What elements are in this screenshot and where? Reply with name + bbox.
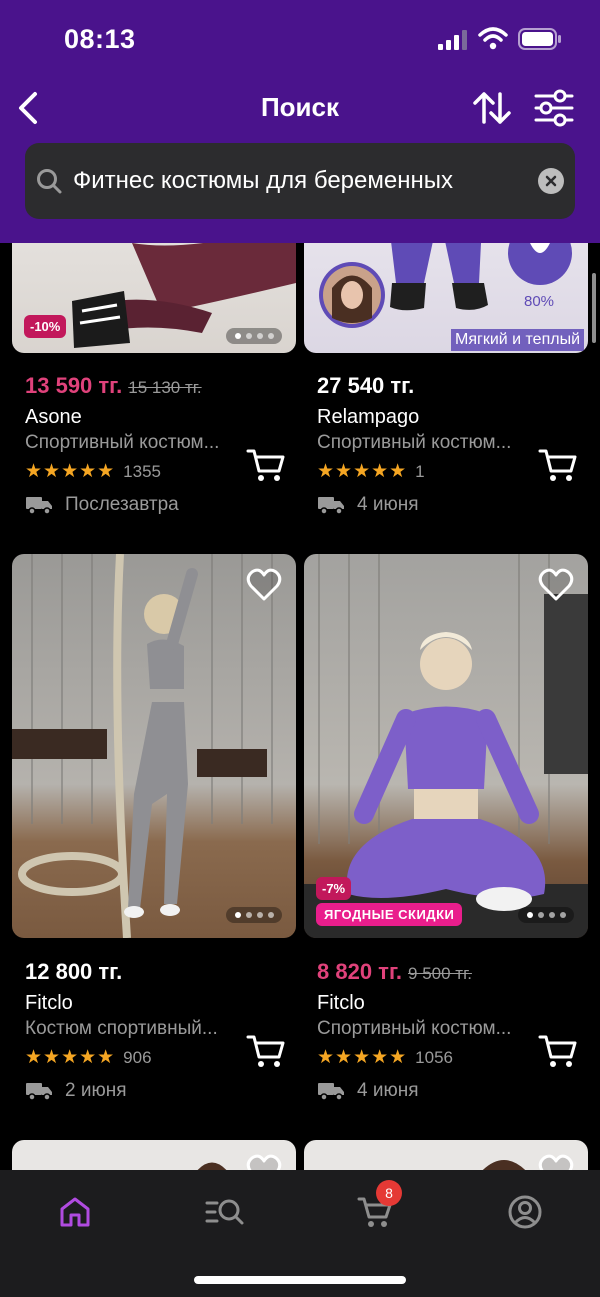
delivery-info: 4 июня	[317, 1080, 419, 1102]
percent-label: 80%	[524, 293, 555, 310]
star-rating-icon: ★★★★★	[25, 1047, 116, 1068]
image-pager	[226, 907, 282, 923]
delivery-info: 2 июня	[25, 1080, 127, 1102]
star-rating-icon: ★★★★★	[25, 461, 116, 482]
product-image[interactable]: -10%	[12, 243, 296, 353]
brand-name: Asone	[25, 406, 82, 428]
promo-badge: ЯГОДНЫЕ СКИДКИ	[316, 903, 463, 926]
star-rating-icon: ★★★★★	[317, 461, 408, 482]
status-bar: 08:13	[0, 0, 600, 80]
old-price: 15 130 тг.	[128, 378, 202, 397]
sort-arrows-icon	[473, 92, 511, 124]
heart-icon[interactable]	[246, 568, 282, 602]
price: 13 590 тг. 15 130 тг.	[25, 373, 202, 398]
filter-sliders-icon	[534, 89, 574, 127]
rating-count: 906	[123, 1047, 152, 1067]
product-card[interactable]: -10% 13 590 тг. 15 130 тг. Asone Спортивн…	[12, 243, 296, 533]
product-name: Спортивный костюм...	[25, 432, 220, 453]
product-name: Костюм спортивный...	[25, 1018, 218, 1039]
product-image[interactable]: 80% Мягкий и теплый	[304, 243, 588, 353]
battery-icon	[518, 28, 561, 50]
price: 8 820 тг. 9 500 тг.	[317, 959, 472, 984]
delivery-date: 4 июня	[357, 1080, 419, 1101]
clear-search-button[interactable]	[538, 168, 564, 194]
old-price: 9 500 тг.	[408, 964, 472, 983]
rating-count: 1355	[123, 461, 161, 481]
status-time: 08:13	[64, 24, 136, 54]
product-photo	[12, 554, 273, 938]
product-grid: -10% 13 590 тг. 15 130 тг. Asone Спортивн…	[0, 243, 600, 1170]
home-icon	[60, 1197, 90, 1227]
delivery-info: Послезавтра	[25, 494, 179, 516]
truck-icon	[26, 497, 52, 515]
product-card[interactable]: 12 800 тг. Fitclo Костюм спортивный... ★…	[12, 554, 296, 1134]
brand-name: Relampago	[317, 406, 420, 428]
catalog-search-icon	[205, 1199, 244, 1225]
product-name: Спортивный костюм...	[317, 432, 512, 453]
truck-icon	[318, 497, 344, 515]
rating: ★★★★★ 1355	[25, 460, 161, 483]
truck-icon	[26, 1083, 52, 1101]
discount-badge: -10%	[24, 315, 67, 338]
product-card[interactable]	[12, 1140, 296, 1170]
truck-icon	[318, 1083, 344, 1101]
add-to-cart-button[interactable]	[246, 447, 286, 483]
brand-name: Fitclo	[317, 992, 365, 1014]
discount-badge: -7%	[316, 877, 352, 900]
header: 08:13 Поиск	[0, 0, 600, 243]
rating: ★★★★★ 1056	[317, 1046, 453, 1069]
rating: ★★★★★ 906	[25, 1046, 152, 1069]
filter-button[interactable]	[532, 86, 576, 130]
sort-button[interactable]	[470, 86, 514, 130]
delivery-date: 2 июня	[65, 1080, 127, 1101]
product-card[interactable]: 80% Мягкий и теплый 27 540 тг. Relampago…	[304, 243, 588, 533]
search-input[interactable]	[73, 143, 533, 219]
product-card[interactable]	[304, 1140, 588, 1170]
navigation-bar: Поиск	[0, 80, 600, 136]
product-card[interactable]: -7% ЯГОДНЫЕ СКИДКИ 8 820 тг. 9 500 тг. Fi…	[304, 554, 588, 1134]
add-to-cart-button[interactable]	[246, 1033, 286, 1069]
cellular-signal-icon	[438, 30, 467, 50]
scrollbar[interactable]	[592, 273, 596, 343]
tab-profile[interactable]	[500, 1190, 550, 1234]
search-icon	[37, 169, 62, 194]
image-pager	[226, 328, 282, 344]
delivery-info: 4 июня	[317, 494, 419, 516]
heart-icon[interactable]	[246, 1154, 282, 1170]
image-pager	[518, 907, 574, 923]
product-image[interactable]	[12, 1140, 296, 1170]
delivery-date: 4 июня	[357, 494, 419, 515]
price: 27 540 тг.	[317, 373, 415, 398]
product-name: Спортивный костюм...	[317, 1018, 512, 1039]
wifi-icon	[478, 27, 508, 50]
brand-name: Fitclo	[25, 992, 73, 1014]
close-icon	[545, 175, 557, 187]
home-indicator	[194, 1276, 406, 1284]
add-to-cart-button[interactable]	[538, 1033, 578, 1069]
feature-caption: Мягкий и теплый	[450, 329, 584, 351]
heart-icon[interactable]	[538, 568, 574, 602]
product-image[interactable]	[12, 554, 296, 938]
product-image[interactable]	[304, 1140, 588, 1170]
add-to-cart-button[interactable]	[538, 447, 578, 483]
rating-count: 1056	[415, 1047, 453, 1067]
rating: ★★★★★ 1	[317, 460, 425, 483]
search-bar	[25, 143, 575, 219]
tab-catalog[interactable]	[200, 1190, 250, 1234]
price: 12 800 тг.	[25, 959, 123, 984]
cart-count-badge: 8	[376, 1180, 402, 1206]
rating-count: 1	[415, 461, 425, 481]
user-profile-icon	[508, 1195, 542, 1229]
star-rating-icon: ★★★★★	[317, 1047, 408, 1068]
heart-icon[interactable]	[538, 1154, 574, 1170]
tab-home[interactable]	[50, 1190, 100, 1234]
product-image[interactable]: -7% ЯГОДНЫЕ СКИДКИ	[304, 554, 588, 938]
delivery-date: Послезавтра	[65, 494, 179, 515]
